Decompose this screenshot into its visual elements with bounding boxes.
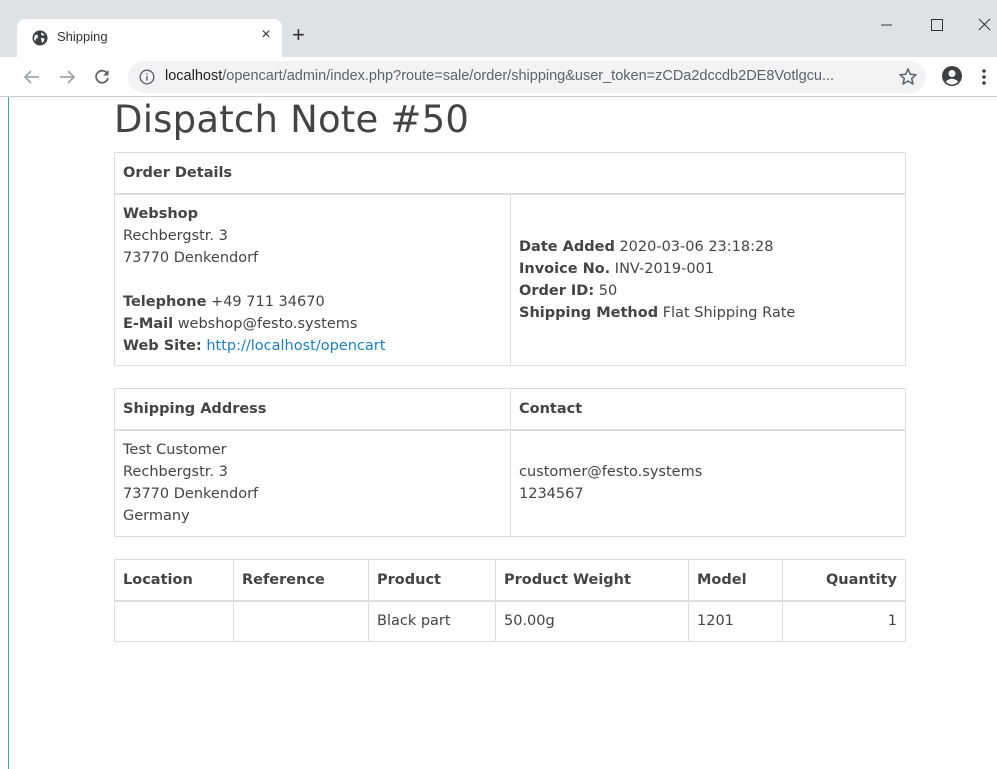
minimize-icon[interactable] <box>876 14 898 36</box>
column-header-product-weight: Product Weight <box>495 559 689 602</box>
store-address-line1: Rechbergstr. 3 <box>123 227 228 244</box>
column-header-product: Product <box>368 559 496 602</box>
shipping-address-header: Shipping Address <box>114 388 511 431</box>
close-window-icon[interactable] <box>974 14 996 36</box>
email-label: E-Mail <box>123 315 174 332</box>
cell-product: Black part <box>368 600 496 642</box>
shipping-method-label: Shipping Method <box>519 304 659 321</box>
reload-icon[interactable] <box>92 67 112 87</box>
url-host: localhost <box>165 68 223 84</box>
column-header-location: Location <box>114 559 234 602</box>
telephone-label: Telephone <box>123 293 207 310</box>
date-added-label: Date Added <box>519 238 615 255</box>
new-tab-button[interactable]: + <box>292 24 305 46</box>
shipping-address-table: Shipping Address Contact Test Customer R… <box>114 388 906 537</box>
invoice-row: Invoice No. INV-2019-001 <box>519 258 897 280</box>
dispatch-note-container: Dispatch Note #50 Order Details Webshop … <box>114 97 906 664</box>
tab-close-icon[interactable]: × <box>257 26 275 44</box>
shipping-method-value: Flat Shipping Rate <box>662 304 796 321</box>
column-header-model: Model <box>688 559 783 602</box>
shipping-address-cell: Test Customer Rechbergstr. 3 73770 Denke… <box>114 429 511 537</box>
back-arrow-icon[interactable] <box>22 67 42 87</box>
cell-weight: 50.00g <box>495 600 689 642</box>
invoice-label: Invoice No. <box>519 260 611 277</box>
browser-toolbar: localhost/opencart/admin/index.php?route… <box>0 57 997 97</box>
browser-tabstrip: Shipping × + <box>0 0 997 57</box>
address-line: Germany <box>123 508 190 525</box>
cell-location <box>114 600 234 642</box>
cell-model: 1201 <box>688 600 783 642</box>
cell-reference <box>233 600 369 642</box>
website-label: Web Site: <box>123 337 202 354</box>
contact-header: Contact <box>510 388 906 431</box>
invoice-value: INV-2019-001 <box>614 260 715 277</box>
url-path: /opencart/admin/index.php?route=sale/ord… <box>222 68 835 84</box>
order-id-row: Order ID: 50 <box>519 280 897 302</box>
website-link[interactable]: http://localhost/opencart <box>206 338 385 354</box>
column-header-reference: Reference <box>233 559 369 602</box>
kebab-menu-icon[interactable] <box>980 67 988 87</box>
store-address-line2: 73770 Denkendorf <box>123 249 259 266</box>
address-line: Test Customer <box>123 442 227 459</box>
profile-avatar-icon[interactable] <box>941 65 963 87</box>
info-icon[interactable] <box>139 69 155 85</box>
contact-email: customer@festo.systems <box>519 464 703 481</box>
maximize-icon[interactable] <box>926 14 948 36</box>
cell-quantity: 1 <box>782 600 906 642</box>
telephone-value: +49 711 34670 <box>211 293 325 310</box>
tab-title: Shipping <box>57 29 108 44</box>
globe-icon <box>32 30 48 46</box>
page-viewport: Dispatch Note #50 Order Details Webshop … <box>0 97 997 769</box>
store-info-cell: Webshop Rechbergstr. 3 73770 Denkendorf … <box>114 193 511 366</box>
order-id-value: 50 <box>598 282 618 299</box>
column-header-quantity: Quantity <box>782 559 906 602</box>
contact-cell: customer@festo.systems 1234567 <box>510 429 906 537</box>
contact-phone: 1234567 <box>519 486 584 503</box>
store-email-row: E-Mail webshop@festo.systems <box>123 313 502 335</box>
store-telephone-row: Telephone +49 711 34670 <box>123 291 502 313</box>
order-details-table: Order Details Webshop Rechbergstr. 3 737… <box>114 152 906 366</box>
address-line: 73770 Denkendorf <box>123 486 259 503</box>
order-meta-cell: Date Added 2020-03-06 23:18:28 Invoice N… <box>510 193 906 366</box>
order-details-header: Order Details <box>114 152 906 195</box>
address-bar[interactable]: localhost/opencart/admin/index.php?route… <box>128 61 926 93</box>
table-row: Black part 50.00g 1201 1 <box>114 600 906 642</box>
store-name: Webshop <box>123 205 198 222</box>
shipping-method-row: Shipping Method Flat Shipping Rate <box>519 302 897 324</box>
forward-arrow-icon[interactable] <box>57 67 77 87</box>
page-title: Dispatch Note #50 <box>114 98 470 141</box>
address-line: Rechbergstr. 3 <box>123 464 228 481</box>
url-text[interactable]: localhost/opencart/admin/index.php?route… <box>165 68 885 84</box>
products-table: Location Reference Product Product Weigh… <box>114 559 906 642</box>
date-added-value: 2020-03-06 23:18:28 <box>619 238 774 255</box>
date-added-row: Date Added 2020-03-06 23:18:28 <box>519 236 897 258</box>
store-website-row: Web Site: http://localhost/opencart <box>123 335 502 357</box>
browser-tab[interactable]: Shipping × <box>17 19 282 57</box>
bookmark-star-icon[interactable] <box>898 67 918 87</box>
email-value: webshop@festo.systems <box>177 315 358 332</box>
order-id-label: Order ID: <box>519 282 595 299</box>
